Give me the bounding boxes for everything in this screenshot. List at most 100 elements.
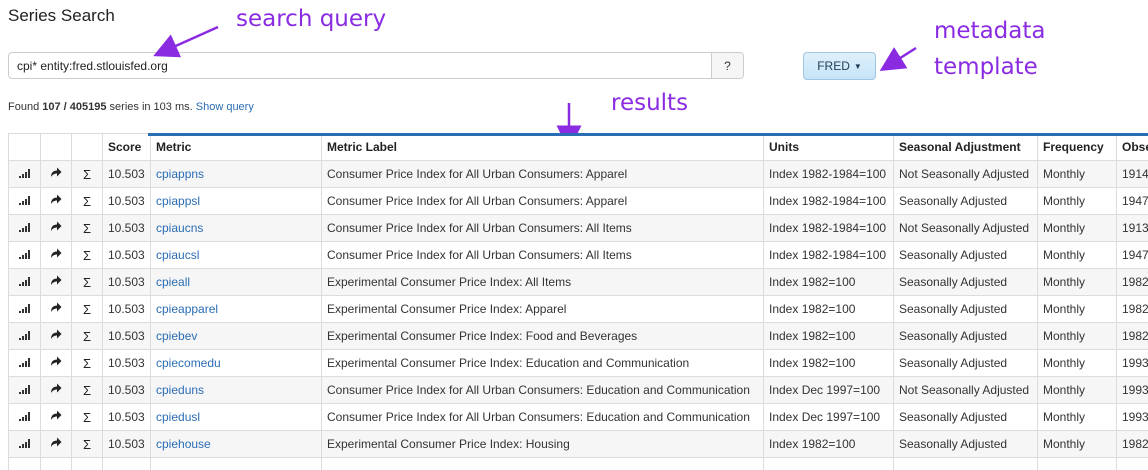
metric-label-cell: Consumer Price Index for All Urban Consu… [321, 403, 764, 431]
observations-cell: 1913- [1116, 214, 1148, 242]
header-score[interactable]: Score [102, 133, 151, 161]
bar-chart-icon[interactable] [18, 248, 31, 262]
results-table-wrapper: Score Metric Metric Label Units Seasonal… [8, 133, 1148, 470]
metric-label-cell: Experimental Consumer Price Index: All I… [321, 268, 764, 296]
metric-cell: cpiaucns [150, 214, 322, 242]
units-cell [763, 457, 894, 470]
chart-cell [8, 295, 41, 323]
share-arrow-icon[interactable] [50, 383, 62, 397]
seasonal-adjustment-cell: Seasonally Adjusted [893, 322, 1038, 350]
header-observations[interactable]: Obse [1116, 133, 1148, 161]
sigma-icon[interactable]: Σ [83, 194, 91, 209]
metric-label-cell: Consumer Price Index for All Urban Consu… [321, 187, 764, 215]
template-dropdown-button[interactable]: FRED ▼ [803, 52, 876, 80]
chart-cell [8, 160, 41, 188]
sigma-icon[interactable]: Σ [83, 410, 91, 425]
seasonal-adjustment-cell: Seasonally Adjusted [893, 268, 1038, 296]
metric-label-cell: Experimental Consumer Price Index: Educa… [321, 349, 764, 377]
table-row: Σ 10.503 cpiehouse Experimental Consumer Pr… [8, 430, 1148, 458]
sigma-icon[interactable]: Σ [83, 356, 91, 371]
metric-link[interactable]: cpiecomedu [156, 356, 221, 370]
header-metric-label[interactable]: Metric Label [321, 133, 764, 161]
bar-chart-icon[interactable] [18, 275, 31, 289]
bar-chart-icon[interactable] [18, 221, 31, 235]
sigma-icon[interactable]: Σ [83, 437, 91, 452]
sigma-icon[interactable]: Σ [83, 221, 91, 236]
observations-cell: 1982- [1116, 430, 1148, 458]
metric-label-cell: Consumer Price Index for All Urban Consu… [321, 376, 764, 404]
arrow-to-template-button [879, 46, 917, 72]
sigma-cell: Σ [71, 376, 103, 404]
header-sigma [71, 133, 103, 161]
annotation-results: results [611, 90, 689, 116]
bar-chart-icon[interactable] [18, 356, 31, 370]
sigma-cell: Σ [71, 160, 103, 188]
share-arrow-icon[interactable] [50, 194, 62, 208]
header-seasonal-adjustment[interactable]: Seasonal Adjustment [893, 133, 1038, 161]
metric-link[interactable]: cpiehouse [156, 437, 211, 451]
metric-link[interactable]: cpiaucsl [156, 248, 199, 262]
score-cell: 10.503 [102, 295, 151, 323]
header-frequency[interactable]: Frequency [1037, 133, 1117, 161]
bar-chart-icon[interactable] [18, 410, 31, 424]
observations-cell: 1982- [1116, 268, 1148, 296]
share-cell [40, 430, 72, 458]
share-cell [40, 349, 72, 377]
share-arrow-icon[interactable] [50, 248, 62, 262]
share-cell [40, 457, 72, 470]
share-cell [40, 214, 72, 242]
score-cell: 10.503 [102, 322, 151, 350]
observations-cell: 1947- [1116, 187, 1148, 215]
units-cell: Index 1982=100 [763, 430, 894, 458]
chart-cell [8, 268, 41, 296]
metric-cell: cpiedusl [150, 403, 322, 431]
sigma-icon[interactable]: Σ [83, 275, 91, 290]
bar-chart-icon[interactable] [18, 437, 31, 451]
frequency-cell [1037, 457, 1117, 470]
share-arrow-icon[interactable] [50, 437, 62, 451]
share-arrow-icon[interactable] [50, 356, 62, 370]
share-arrow-icon[interactable] [50, 410, 62, 424]
annotation-metadata: metadata [934, 18, 1046, 44]
help-button[interactable]: ? [711, 53, 743, 78]
metric-link[interactable]: cpiebev [156, 329, 197, 343]
sigma-icon[interactable]: Σ [83, 167, 91, 182]
bar-chart-icon[interactable] [18, 194, 31, 208]
metric-link[interactable]: cpiedusl [156, 410, 200, 424]
bar-chart-icon[interactable] [18, 329, 31, 343]
header-metric[interactable]: Metric [150, 133, 322, 161]
score-cell: 10.503 [102, 187, 151, 215]
metric-link[interactable]: cpieapparel [156, 302, 218, 316]
metric-cell: cpiebev [150, 322, 322, 350]
share-arrow-icon[interactable] [50, 275, 62, 289]
metric-label-cell: Consumer Price Index for All Urban Consu… [321, 214, 764, 242]
header-units[interactable]: Units [763, 133, 894, 161]
bar-chart-icon[interactable] [18, 167, 31, 181]
metric-link[interactable]: cpiappns [156, 167, 204, 181]
share-arrow-icon[interactable] [50, 167, 62, 181]
bar-chart-icon[interactable] [18, 383, 31, 397]
sigma-icon[interactable]: Σ [83, 302, 91, 317]
score-cell: 10.503 [102, 160, 151, 188]
seasonal-adjustment-cell: Not Seasonally Adjusted [893, 160, 1038, 188]
sigma-icon[interactable]: Σ [83, 383, 91, 398]
metric-cell: cpiappns [150, 160, 322, 188]
sigma-icon[interactable]: Σ [83, 329, 91, 344]
share-arrow-icon[interactable] [50, 329, 62, 343]
bar-chart-icon[interactable] [18, 302, 31, 316]
metric-link[interactable]: cpieduns [156, 383, 204, 397]
search-input[interactable] [9, 53, 711, 78]
metric-link[interactable]: cpiaucns [156, 221, 203, 235]
metric-cell: cpiecomedu [150, 349, 322, 377]
sigma-icon[interactable]: Σ [83, 248, 91, 263]
results-table: Score Metric Metric Label Units Seasonal… [8, 133, 1148, 470]
metric-link[interactable]: cpiappsl [156, 194, 200, 208]
observations-cell: 1982- [1116, 322, 1148, 350]
show-query-link[interactable]: Show query [196, 101, 254, 113]
sigma-cell [71, 457, 103, 470]
frequency-cell: Monthly [1037, 430, 1117, 458]
share-arrow-icon[interactable] [50, 302, 62, 316]
sigma-cell: Σ [71, 214, 103, 242]
metric-link[interactable]: cpieall [156, 275, 190, 289]
share-arrow-icon[interactable] [50, 221, 62, 235]
